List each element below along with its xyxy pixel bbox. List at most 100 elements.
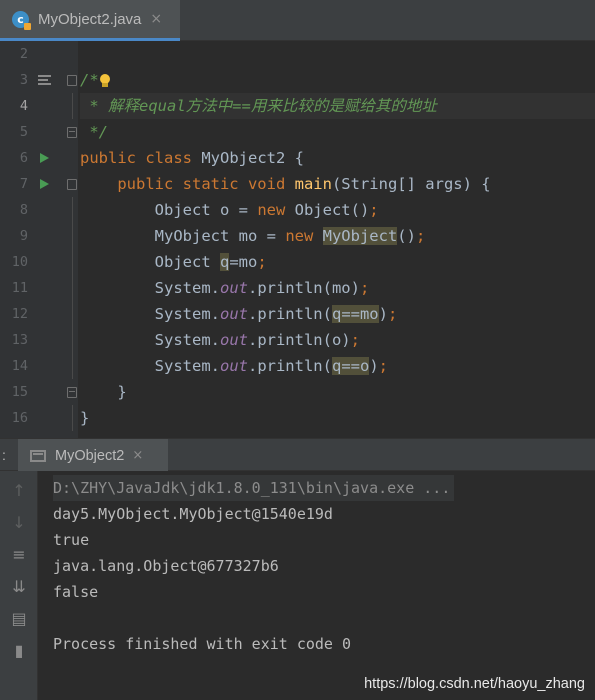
keyword: public static void [117, 175, 295, 193]
line-number: 14 [11, 358, 28, 374]
code-area[interactable]: /* * 解释equal方法中==用来比较的是赋给其的地址 */ public … [80, 41, 595, 438]
code-text: .println( [247, 305, 332, 323]
code-text: System. [80, 357, 220, 375]
code-line-current: * 解释equal方法中==用来比较的是赋给其的地址 [80, 93, 595, 119]
gutter-line: 14 [0, 353, 78, 379]
console-line: false [53, 583, 99, 601]
code-text: Object o = [80, 201, 258, 219]
method-name: main [294, 175, 332, 193]
run-class-icon[interactable] [40, 153, 49, 163]
close-icon[interactable]: × [150, 11, 162, 27]
gutter-line: 3 [0, 67, 78, 93]
line-number: 11 [11, 280, 28, 296]
fold-guide [72, 405, 73, 431]
run-label-colon: : [2, 447, 6, 463]
line-number: 6 [19, 150, 28, 166]
run-console[interactable]: ↑ ↓ ≡ ⇊ ▤ ▮ D:\ZHY\JavaJdk\jdk1.8.0_131\… [0, 471, 595, 700]
gutter-line: 11 [0, 275, 78, 301]
highlighted-usage: q==mo [331, 305, 379, 323]
run-main-icon[interactable] [40, 179, 49, 189]
gutter-line: 8 [0, 197, 78, 223]
fold-icon[interactable] [67, 179, 77, 190]
static-field: out [219, 305, 248, 323]
code-text: () [397, 227, 416, 245]
code-text: } [80, 409, 90, 427]
line-number: 7 [19, 176, 28, 192]
code-line: System.out.println(q==mo); [80, 301, 595, 327]
gutter-line: 7 [0, 171, 78, 197]
scroll-to-end-icon[interactable]: ⇊ [9, 577, 29, 597]
code-line: public class MyObject2 { [80, 145, 595, 171]
up-arrow-icon[interactable]: ↑ [9, 481, 29, 501]
code-text: Object [80, 253, 220, 271]
fold-icon[interactable] [67, 75, 77, 86]
semicolon: ; [350, 331, 360, 349]
fold-guide [72, 93, 73, 119]
code-line: Object q=mo; [80, 249, 595, 275]
code-line: } [80, 379, 595, 405]
console-toolbar: ↑ ↓ ≡ ⇊ ▤ ▮ [0, 471, 38, 700]
print-icon[interactable]: ▤ [9, 609, 29, 629]
fold-end-icon[interactable] [67, 387, 77, 398]
console-line: day5.MyObject.MyObject@1540e19d [53, 505, 333, 523]
console-exit-line: Process finished with exit code 0 [53, 635, 352, 653]
static-field: out [219, 357, 248, 375]
soft-wrap-icon[interactable]: ≡ [9, 545, 29, 565]
comment-end: */ [80, 123, 108, 141]
run-tool-window-header: : MyObject2 × [0, 438, 595, 472]
down-arrow-icon[interactable]: ↓ [9, 513, 29, 533]
close-icon[interactable]: × [132, 448, 143, 463]
editor-tab-label: MyObject2.java [38, 10, 142, 28]
code-line: MyObject mo = new MyObject(); [80, 223, 595, 249]
code-text: ) [378, 305, 388, 323]
console-command-line[interactable]: D:\ZHY\JavaJdk\jdk1.8.0_131\bin\java.exe… [53, 475, 455, 501]
code-editor[interactable]: 2 3 4 5 6 7 8 9 10 11 12 13 14 15 16 /* … [0, 41, 595, 438]
semicolon: ; [415, 227, 426, 245]
line-number: 5 [19, 124, 28, 140]
lightbulb-icon[interactable] [99, 73, 111, 88]
line-number: 12 [11, 306, 28, 322]
keyword: new [285, 227, 323, 245]
console-output: D:\ZHY\JavaJdk\jdk1.8.0_131\bin\java.exe… [53, 475, 595, 657]
code-text: ) [369, 357, 379, 375]
comment-start: /* [80, 71, 99, 89]
gutter-line: 9 [0, 223, 78, 249]
console-icon [30, 449, 46, 462]
javadoc-icon[interactable] [38, 75, 51, 86]
editor-gutter: 2 3 4 5 6 7 8 9 10 11 12 13 14 15 16 [0, 41, 78, 438]
gutter-line: 6 [0, 145, 78, 171]
code-text: .println(o) [247, 331, 351, 349]
gutter-line: 5 [0, 119, 78, 145]
code-text: System. [80, 305, 220, 323]
code-text: System. [80, 331, 220, 349]
keyword: public class [80, 149, 202, 167]
semicolon: ; [388, 305, 398, 323]
code-line: public static void main(String[] args) { [80, 171, 595, 197]
editor-tab-myobject2[interactable]: c MyObject2.java × [0, 0, 180, 41]
fold-guide [72, 197, 73, 379]
gutter-line: 4 [0, 93, 78, 119]
fold-end-icon[interactable] [67, 127, 77, 138]
line-number: 3 [19, 72, 28, 88]
comment-text: * 解释equal方法中==用来比较的是赋给其的地址 [80, 97, 437, 115]
method-params: (String[] args) { [331, 175, 491, 193]
trash-icon[interactable]: ▮ [9, 641, 29, 661]
code-line: } [80, 405, 595, 431]
watermark: https://blog.csdn.net/haoyu_zhang [364, 676, 585, 692]
highlighted-usage: q [219, 253, 230, 271]
line-number: 2 [19, 46, 28, 62]
gutter-line: 10 [0, 249, 78, 275]
code-line: System.out.println(mo); [80, 275, 595, 301]
run-tab-myobject2[interactable]: MyObject2 × [18, 439, 168, 472]
class-declaration: MyObject2 { [201, 149, 304, 167]
console-line: java.lang.Object@677327b6 [53, 557, 279, 575]
code-text: MyObject mo = [80, 227, 286, 245]
static-field: out [219, 279, 248, 297]
run-tab-label: MyObject2 [55, 447, 125, 464]
gutter-line: 16 [0, 405, 78, 431]
semicolon: ; [359, 279, 370, 297]
line-number: 9 [19, 228, 28, 244]
gutter-line: 2 [0, 41, 78, 67]
code-text: System. [80, 279, 220, 297]
